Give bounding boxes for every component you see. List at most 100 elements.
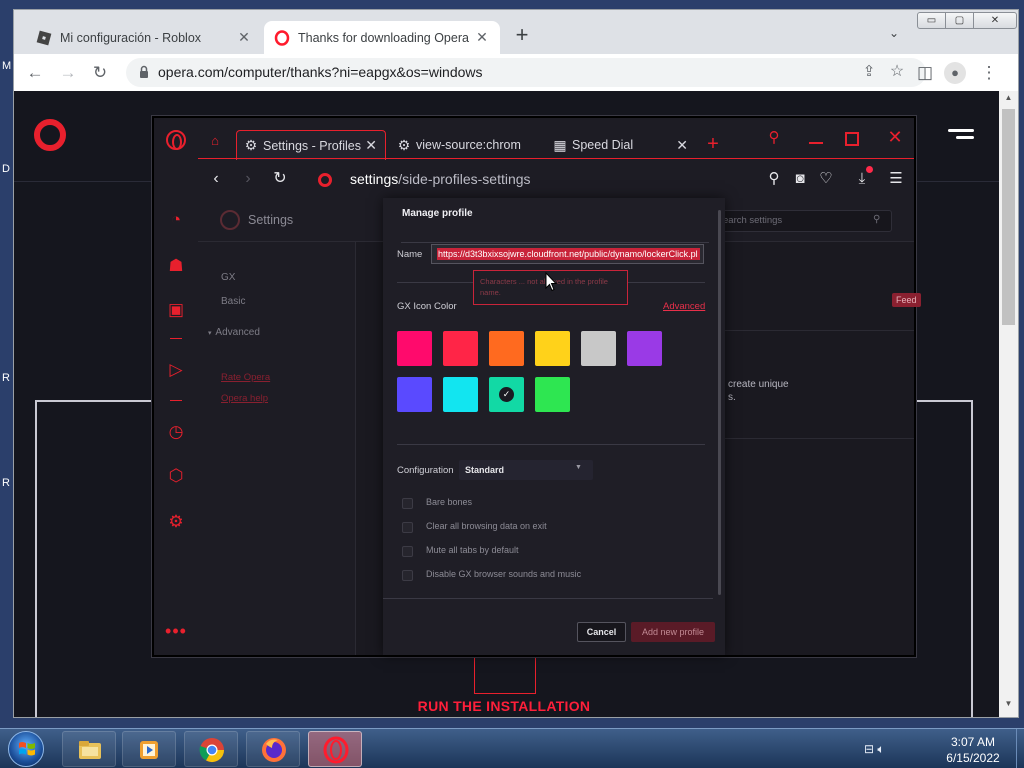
color-swatch[interactable] bbox=[443, 377, 478, 412]
settings-gear-icon[interactable]: ⚙ bbox=[164, 510, 188, 534]
heart-icon[interactable]: ♡ bbox=[816, 169, 836, 189]
color-swatch[interactable] bbox=[443, 331, 478, 366]
history-icon[interactable]: ◷ bbox=[164, 420, 188, 444]
camera-icon[interactable]: ◙ bbox=[790, 169, 810, 189]
nav-opera-help[interactable]: Opera help bbox=[221, 393, 268, 404]
gx-new-tab-button[interactable]: + bbox=[703, 132, 723, 156]
configuration-select[interactable]: Standard ▼ bbox=[459, 460, 593, 480]
more-icon[interactable]: ••• bbox=[164, 622, 188, 640]
dialog-scrollbar[interactable] bbox=[718, 210, 721, 595]
share-icon[interactable]: ⇪ bbox=[857, 60, 881, 84]
gx-url-text[interactable]: settings/side-profiles-settings bbox=[350, 171, 531, 187]
gamepad-icon[interactable]: ⌂ bbox=[206, 134, 224, 148]
gx-close-button[interactable]: ✕ bbox=[884, 126, 906, 148]
color-swatch[interactable] bbox=[489, 331, 524, 366]
page-scrollbar[interactable]: ▲ ▼ bbox=[999, 91, 1018, 717]
color-swatch[interactable] bbox=[581, 331, 616, 366]
close-window-button[interactable]: ✕ bbox=[973, 12, 1017, 29]
minimize-button[interactable]: ▭ bbox=[917, 12, 946, 29]
close-icon[interactable]: ✕ bbox=[363, 137, 379, 154]
divider bbox=[698, 438, 914, 439]
checkbox[interactable] bbox=[402, 546, 413, 557]
gx-tab-settings-profiles[interactable]: ⚙ Settings - Profiles ✕ bbox=[236, 130, 386, 160]
system-tray[interactable]: ⊟ 🔈︎ bbox=[864, 742, 912, 758]
player-icon[interactable]: ▷ bbox=[164, 358, 188, 382]
desktop-icon-label: R bbox=[2, 372, 10, 384]
new-tab-button[interactable]: + bbox=[510, 24, 534, 48]
checkbox[interactable] bbox=[402, 522, 413, 533]
scroll-thumb[interactable] bbox=[1002, 109, 1015, 325]
profile-avatar-icon[interactable]: ● bbox=[944, 62, 966, 84]
side-panel-icon[interactable]: ◫ bbox=[912, 60, 938, 86]
tab-opera-thanks[interactable]: Thanks for downloading Opera ✕ bbox=[264, 21, 500, 54]
taskbar-firefox[interactable] bbox=[246, 731, 300, 767]
network-icon[interactable]: ⊟ bbox=[864, 742, 874, 756]
gx-tab-speed-dial[interactable]: ▦ Speed Dial ✕ bbox=[548, 130, 694, 160]
feed-badge[interactable]: Feed bbox=[892, 293, 921, 307]
address-bar[interactable]: opera.com/computer/thanks?ni=eapgx&os=wi… bbox=[126, 58, 926, 87]
extensions-cube-icon[interactable]: ⬡ bbox=[164, 464, 188, 488]
color-swatch[interactable] bbox=[397, 377, 432, 412]
add-new-profile-button[interactable]: Add new profile bbox=[631, 622, 715, 642]
color-swatch[interactable] bbox=[535, 331, 570, 366]
taskbar-media-player[interactable] bbox=[122, 731, 176, 767]
divider bbox=[698, 330, 914, 331]
cancel-button[interactable]: Cancel bbox=[577, 622, 626, 642]
checkbox-label: Clear all browsing data on exit bbox=[426, 521, 547, 531]
opera-logo-icon[interactable] bbox=[34, 119, 66, 151]
checkbox[interactable] bbox=[402, 570, 413, 581]
gx-control-icon[interactable]: ◔ bbox=[164, 208, 188, 232]
back-icon[interactable]: ← bbox=[22, 60, 48, 86]
opera-gx-logo-icon[interactable] bbox=[166, 130, 186, 150]
checkbox[interactable] bbox=[402, 498, 413, 509]
search-icon[interactable]: ⚲ bbox=[763, 128, 785, 150]
hamburger-menu-icon[interactable] bbox=[948, 129, 974, 147]
forward-icon[interactable]: → bbox=[55, 60, 81, 86]
tab-roblox[interactable]: Mi configuración - Roblox ✕ bbox=[26, 21, 262, 54]
nav-advanced[interactable]: ▾ Advanced bbox=[208, 327, 260, 338]
scroll-down-icon[interactable]: ▼ bbox=[999, 699, 1018, 713]
name-label: Name bbox=[397, 249, 423, 260]
taskbar-explorer[interactable] bbox=[62, 731, 116, 767]
close-icon[interactable]: ✕ bbox=[474, 29, 490, 46]
url-text[interactable]: opera.com/computer/thanks?ni=eapgx&os=wi… bbox=[158, 64, 483, 80]
nav-basic[interactable]: Basic bbox=[221, 296, 245, 307]
zoom-icon[interactable]: ⚲ bbox=[764, 169, 784, 189]
profile-name-input[interactable]: https://d3t3bxixsojwre.cloudfront.net/pu… bbox=[431, 244, 704, 264]
start-button[interactable] bbox=[8, 731, 44, 767]
show-desktop-button[interactable] bbox=[1016, 729, 1024, 768]
chevron-down-icon[interactable]: ⌄ bbox=[884, 26, 904, 46]
gx-maximize-button[interactable] bbox=[845, 132, 859, 146]
maximize-button[interactable]: ▢ bbox=[945, 12, 974, 29]
forward-icon[interactable]: › bbox=[238, 169, 258, 189]
gx-corner-icon[interactable]: ☗ bbox=[164, 254, 188, 278]
twitch-icon[interactable]: ▣ bbox=[164, 298, 188, 322]
taskbar-opera-gx[interactable] bbox=[308, 731, 362, 767]
windows-logo-icon bbox=[19, 742, 35, 756]
close-icon[interactable]: ✕ bbox=[674, 137, 690, 154]
menu-icon[interactable]: ⋮ bbox=[976, 60, 1002, 86]
reload-icon[interactable]: ↻ bbox=[87, 60, 113, 86]
color-swatch[interactable]: ✓ bbox=[489, 377, 524, 412]
color-swatch[interactable] bbox=[535, 377, 570, 412]
reload-icon[interactable]: ↻ bbox=[270, 169, 290, 189]
opera-icon bbox=[318, 173, 332, 187]
clock-date[interactable]: 6/15/2022 bbox=[932, 751, 1014, 765]
clock-time[interactable]: 3:07 AM bbox=[932, 735, 1014, 749]
scroll-up-icon[interactable]: ▲ bbox=[999, 93, 1018, 107]
close-icon[interactable]: ✕ bbox=[236, 29, 252, 46]
color-swatch[interactable] bbox=[397, 331, 432, 366]
bookmark-star-icon[interactable]: ☆ bbox=[885, 60, 909, 84]
easy-setup-icon[interactable]: ☰ bbox=[886, 169, 906, 189]
nav-gx[interactable]: GX bbox=[221, 272, 235, 283]
volume-icon[interactable]: 🔈︎ bbox=[877, 742, 884, 756]
gx-tab-view-source[interactable]: ⚙ view-source:chrom bbox=[392, 130, 542, 160]
nav-rate-opera[interactable]: Rate Opera bbox=[221, 372, 270, 383]
nav-advanced-label: Advanced bbox=[215, 327, 260, 338]
advanced-link[interactable]: Advanced bbox=[663, 301, 705, 312]
back-icon[interactable]: ‹ bbox=[206, 169, 226, 189]
taskbar-chrome[interactable] bbox=[184, 731, 238, 767]
search-settings-input[interactable]: earch settings ⚲ bbox=[716, 210, 892, 232]
color-swatch[interactable] bbox=[627, 331, 662, 366]
gx-minimize-button[interactable] bbox=[805, 128, 827, 150]
